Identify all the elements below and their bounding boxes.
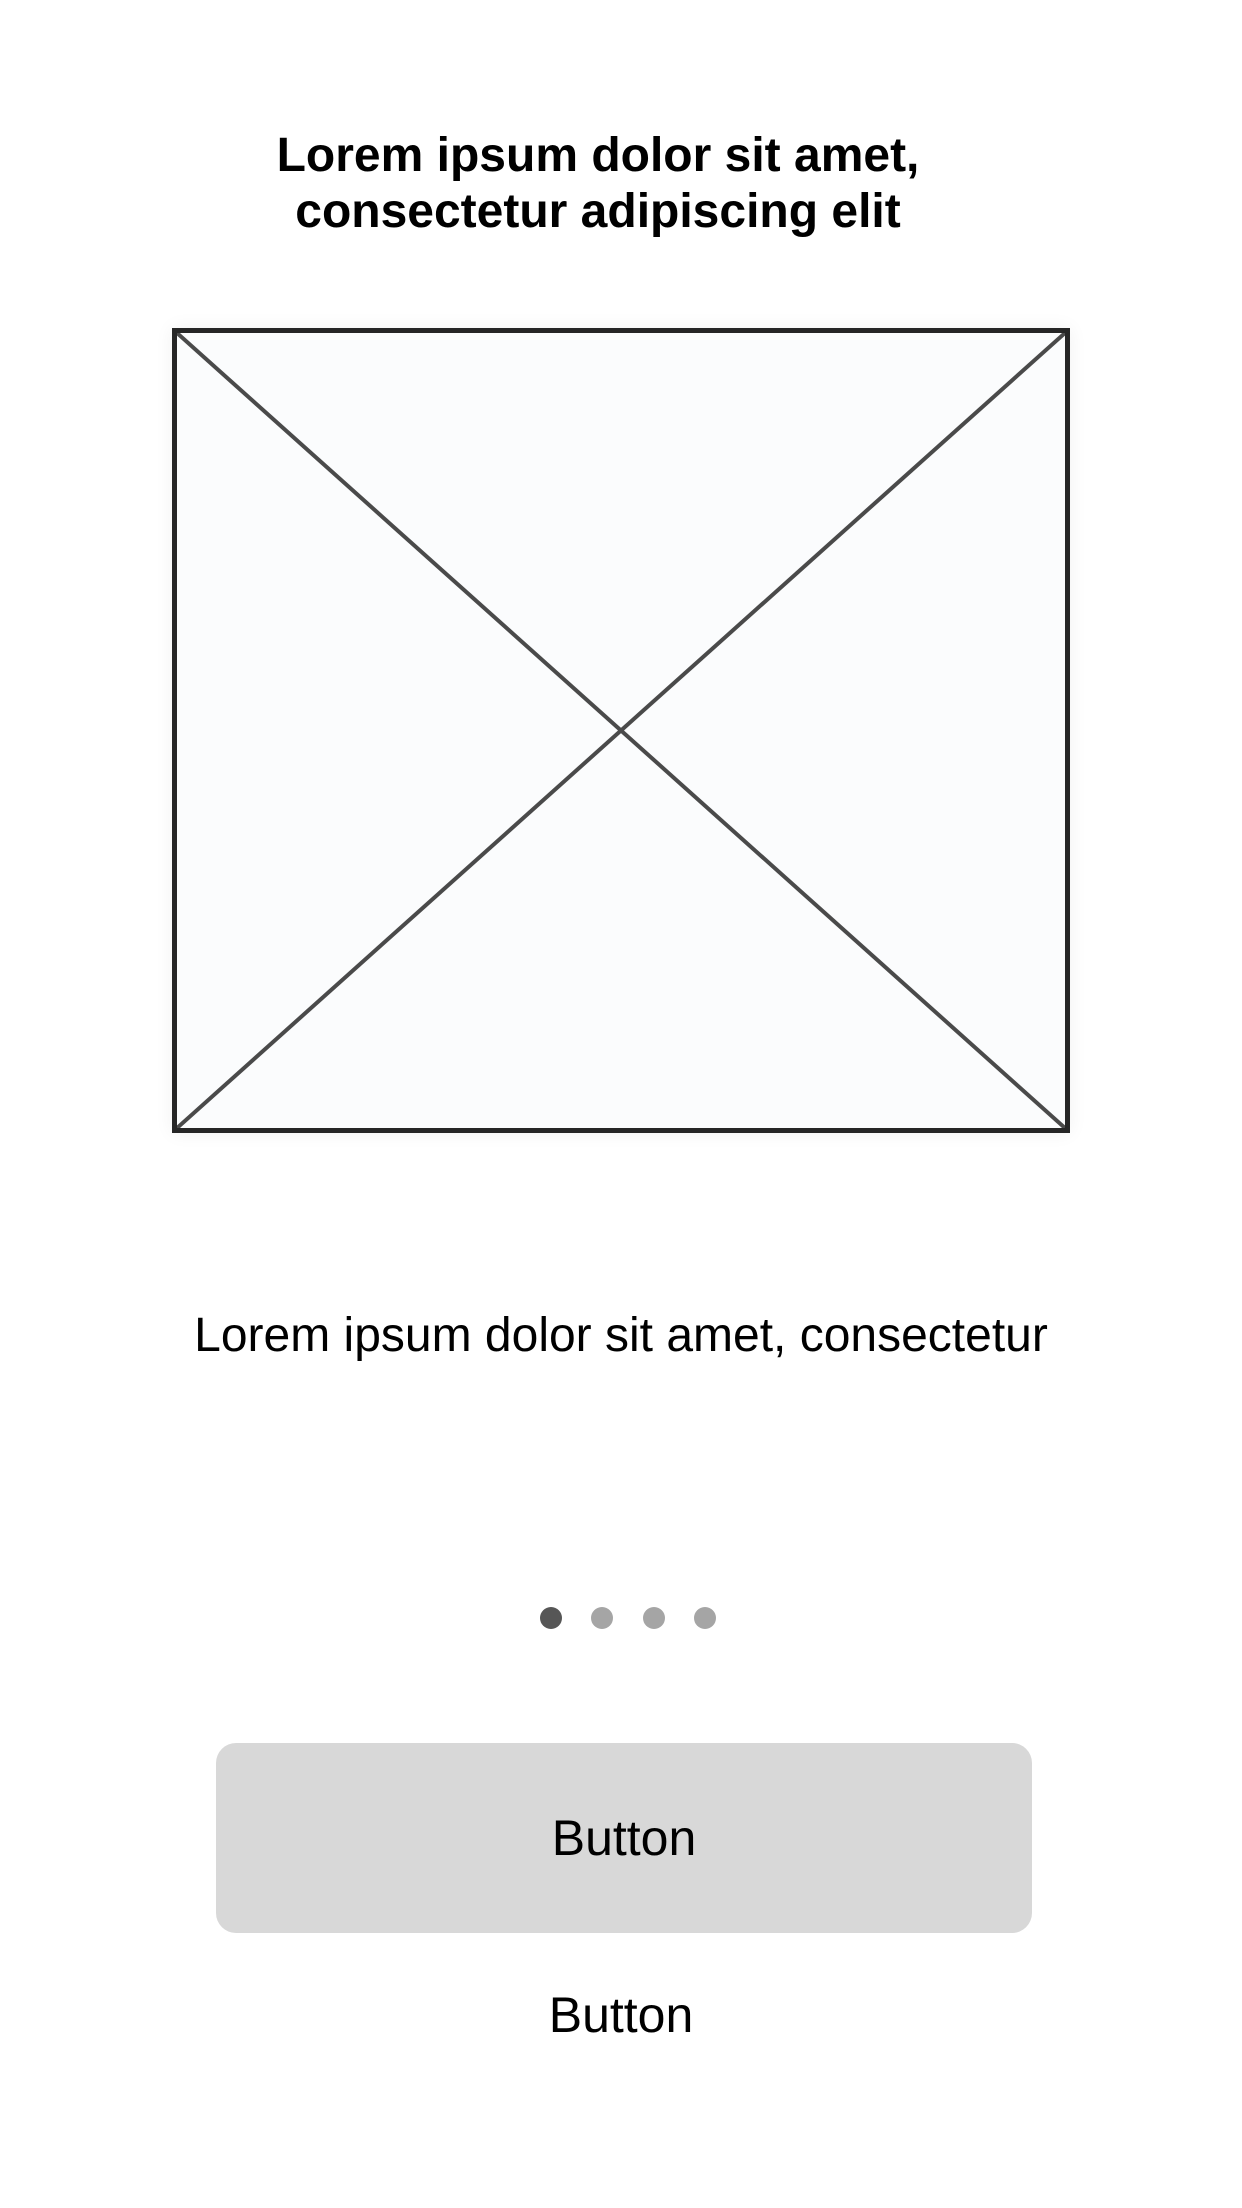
page-dot-3[interactable]	[642, 1607, 665, 1629]
page-indicator[interactable]	[540, 1606, 716, 1630]
title-line-1: Lorem ipsum dolor sit amet,	[276, 129, 920, 182]
page-dot-4[interactable]	[693, 1607, 716, 1629]
primary-button[interactable]: Button	[216, 1743, 1032, 1933]
image-placeholder	[172, 328, 1070, 1133]
title-line-2: consectetur adipiscing elit	[295, 185, 901, 238]
secondary-button[interactable]: Button	[0, 1985, 1242, 2045]
page-dot-2[interactable]	[591, 1607, 614, 1629]
image-placeholder-icon	[177, 333, 1065, 1128]
secondary-button-label: Button	[548, 1987, 694, 2043]
page-title: Lorem ipsum dolor sit amet, consectetur …	[0, 128, 1196, 240]
primary-button-label: Button	[551, 1810, 697, 1866]
page-dot-1[interactable]	[540, 1607, 562, 1629]
description-text: Lorem ipsum dolor sit amet, consectetur	[194, 1309, 1048, 1362]
